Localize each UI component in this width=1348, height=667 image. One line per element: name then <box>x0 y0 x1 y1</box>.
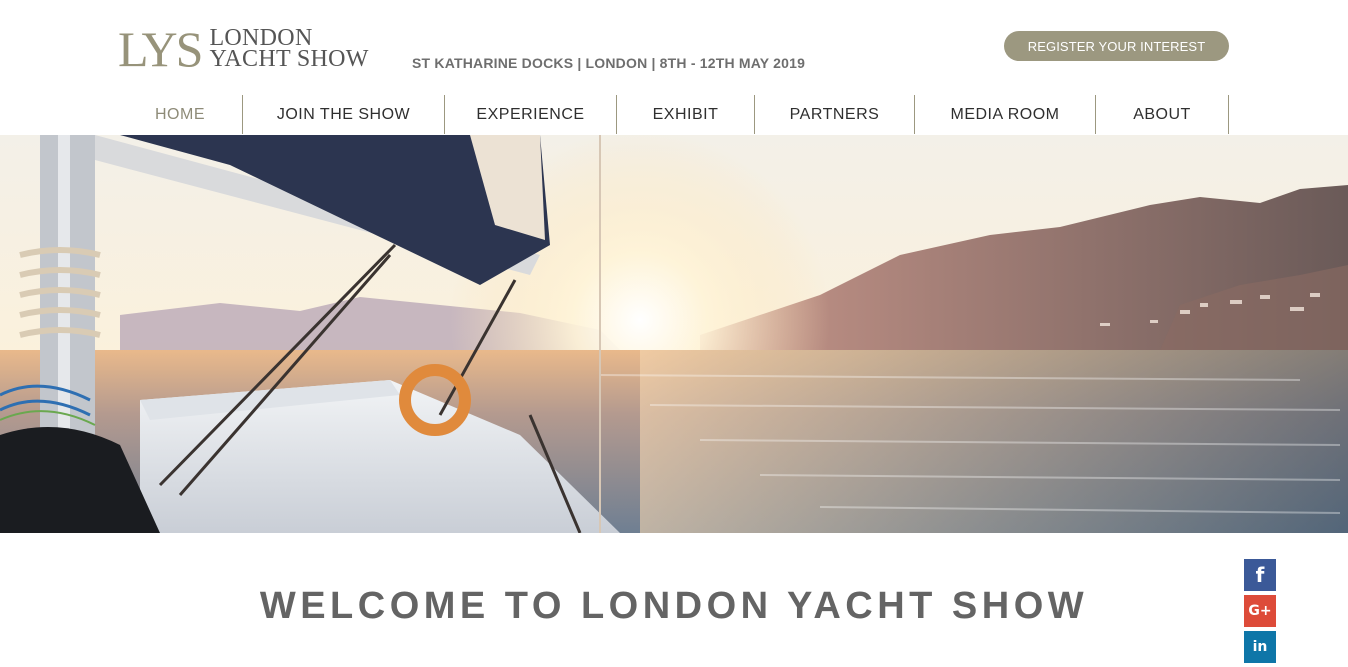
logo-line-2: YACHT SHOW <box>209 46 369 72</box>
googleplus-icon[interactable]: G+ <box>1244 595 1276 627</box>
facebook-icon[interactable]: f <box>1244 559 1276 591</box>
sailboat-sunset-image <box>0 135 1348 533</box>
social-links: f G+ in <box>1244 559 1276 667</box>
nav-item-media-room[interactable]: MEDIA ROOM <box>915 95 1096 134</box>
event-tagline: ST KATHARINE DOCKS | LONDON | 8TH - 12TH… <box>412 55 806 71</box>
logo-mark: LYS <box>118 21 203 77</box>
hero-banner <box>0 135 1348 533</box>
nav-item-partners[interactable]: PARTNERS <box>755 95 915 134</box>
nav-item-join-the-show[interactable]: JOIN THE SHOW <box>243 95 445 134</box>
linkedin-icon[interactable]: in <box>1244 631 1276 663</box>
welcome-heading: WELCOME TO LONDON YACHT SHOW <box>0 585 1348 628</box>
register-interest-button[interactable]: REGISTER YOUR INTEREST <box>1004 31 1229 61</box>
site-logo[interactable]: LYS LONDON YACHT SHOW <box>118 21 369 77</box>
nav-item-exhibit[interactable]: EXHIBIT <box>617 95 755 134</box>
nav-item-experience[interactable]: EXPERIENCE <box>445 95 617 134</box>
welcome-heading-text: WELCOME TO LONDON YACHT SHOW <box>259 585 1089 627</box>
nav-item-home[interactable]: HOME <box>118 95 243 134</box>
logo-wordmark: LONDON YACHT SHOW <box>209 26 369 72</box>
nav-item-about[interactable]: ABOUT <box>1096 95 1229 134</box>
main-nav: HOME JOIN THE SHOW EXPERIENCE EXHIBIT PA… <box>118 95 1229 134</box>
